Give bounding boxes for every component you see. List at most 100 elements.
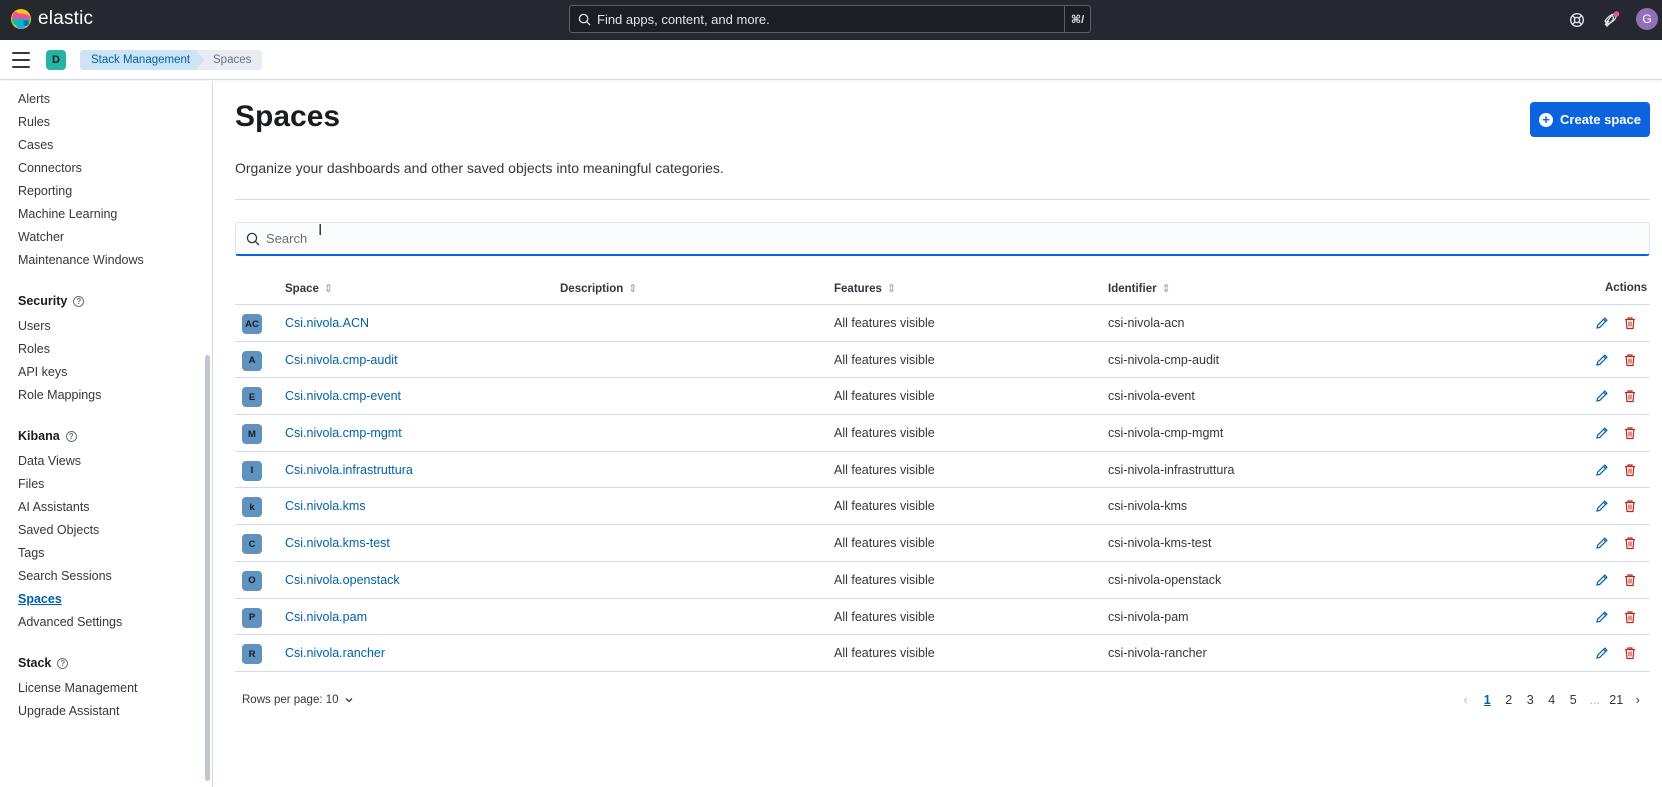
sidebar-item-advanced-settings[interactable]: Advanced Settings: [18, 615, 122, 629]
sidebar-item-maintenance-windows[interactable]: Maintenance Windows: [18, 253, 144, 267]
space-name-link[interactable]: Csi.nivola.cmp-audit: [285, 353, 398, 367]
header-divider: [235, 199, 1650, 200]
sidebar-item-cases[interactable]: Cases: [18, 138, 53, 152]
space-features: All features visible: [834, 352, 935, 367]
prev-page-icon[interactable]: ‹: [1455, 693, 1477, 707]
sidebar-item-api-keys[interactable]: API keys: [18, 365, 67, 379]
sidebar-item-license-management[interactable]: License Management: [18, 681, 138, 695]
edit-icon[interactable]: [1594, 645, 1610, 661]
delete-icon[interactable]: [1622, 352, 1638, 368]
text-cursor-icon: I: [318, 222, 323, 239]
sidebar-item-files[interactable]: Files: [18, 477, 44, 491]
page-button-2[interactable]: 2: [1498, 693, 1520, 707]
sidebar-scrollbar[interactable]: [205, 355, 210, 781]
space-identifier: csi-nivola-cmp-audit: [1108, 352, 1220, 367]
plus-icon: +: [1539, 112, 1554, 127]
space-name-link[interactable]: Csi.nivola.kms-test: [285, 536, 390, 550]
sidebar-item-connectors[interactable]: Connectors: [18, 161, 82, 175]
menu-toggle-icon[interactable]: [12, 52, 30, 68]
delete-icon[interactable]: [1622, 572, 1638, 588]
global-search[interactable]: ⌘/: [569, 5, 1091, 33]
column-header-features[interactable]: Features ⇕: [834, 282, 897, 296]
edit-icon[interactable]: [1594, 609, 1610, 625]
delete-icon[interactable]: [1622, 462, 1638, 478]
help-icon[interactable]: ?: [57, 657, 69, 669]
column-header-description[interactable]: Description ⇕: [560, 282, 637, 296]
sidebar-group-title: Kibana: [18, 429, 60, 443]
edit-icon[interactable]: [1594, 425, 1610, 441]
space-name-link[interactable]: Csi.nivola.cmp-mgmt: [285, 426, 402, 440]
sidebar-item-watcher[interactable]: Watcher: [18, 230, 64, 244]
sidebar-item-ai-assistants[interactable]: AI Assistants: [18, 500, 90, 514]
sidebar-item-tags[interactable]: Tags: [18, 546, 44, 560]
edit-icon[interactable]: [1594, 352, 1610, 368]
help-icon[interactable]: ?: [65, 430, 77, 442]
space-name-link[interactable]: Csi.nivola.rancher: [285, 646, 385, 660]
space-name-link[interactable]: Csi.nivola.infrastruttura: [285, 463, 413, 477]
page-button-21[interactable]: 21: [1606, 693, 1628, 707]
management-sidebar: Alerts Rules Cases Connectors Reporting …: [0, 81, 213, 787]
delete-icon[interactable]: [1622, 315, 1638, 331]
sort-icon: ⇕: [886, 283, 897, 295]
space-name-link[interactable]: Csi.nivola.cmp-event: [285, 389, 401, 403]
help-menu-icon[interactable]: [1567, 10, 1587, 30]
sidebar-group-security: Security ?: [18, 294, 85, 308]
page-button-1[interactable]: 1: [1477, 693, 1499, 707]
edit-icon[interactable]: [1594, 315, 1610, 331]
space-name-link[interactable]: Csi.nivola.openstack: [285, 573, 400, 587]
help-icon[interactable]: ?: [73, 295, 85, 307]
elastic-logo[interactable]: elastic: [10, 8, 93, 30]
sidebar-item-alerts[interactable]: Alerts: [18, 92, 50, 106]
sidebar-item-rules[interactable]: Rules: [18, 115, 50, 129]
create-space-button[interactable]: + Create space: [1530, 102, 1650, 137]
space-features: All features visible: [834, 572, 935, 587]
spaces-search[interactable]: [235, 222, 1650, 256]
sidebar-item-role-mappings[interactable]: Role Mappings: [18, 388, 101, 402]
space-name-link[interactable]: Csi.nivola.kms: [285, 499, 366, 513]
sidebar-item-roles[interactable]: Roles: [18, 342, 50, 356]
space-identifier: csi-nivola-cmp-mgmt: [1108, 426, 1224, 441]
rows-per-page-label: Rows per page: 10: [242, 694, 339, 706]
sidebar-item-users[interactable]: Users: [18, 319, 51, 333]
sidebar-item-spaces[interactable]: Spaces: [18, 592, 62, 606]
sidebar-item-reporting[interactable]: Reporting: [18, 184, 72, 198]
delete-icon[interactable]: [1622, 425, 1638, 441]
edit-icon[interactable]: [1594, 388, 1610, 404]
space-name-link[interactable]: Csi.nivola.ACN: [285, 316, 369, 330]
global-search-input[interactable]: [591, 11, 1064, 27]
spaces-search-input[interactable]: [260, 231, 1649, 246]
column-header-identifier[interactable]: Identifier ⇕: [1108, 282, 1171, 296]
edit-icon[interactable]: [1594, 462, 1610, 478]
breadcrumb-stack-management[interactable]: Stack Management: [80, 50, 206, 70]
page-button-4[interactable]: 4: [1541, 693, 1563, 707]
edit-icon[interactable]: [1594, 498, 1610, 514]
space-name-link[interactable]: Csi.nivola.pam: [285, 610, 367, 624]
delete-icon[interactable]: [1622, 535, 1638, 551]
delete-icon[interactable]: [1622, 645, 1638, 661]
sidebar-item-saved-objects[interactable]: Saved Objects: [18, 523, 99, 537]
next-page-icon[interactable]: ›: [1627, 693, 1649, 707]
page-button-3[interactable]: 3: [1520, 693, 1542, 707]
space-features: All features visible: [834, 462, 935, 477]
delete-icon[interactable]: [1622, 498, 1638, 514]
space-avatar: AC: [242, 314, 262, 334]
edit-icon[interactable]: [1594, 535, 1610, 551]
delete-icon[interactable]: [1622, 609, 1638, 625]
edit-icon[interactable]: [1594, 572, 1610, 588]
sidebar-item-data-views[interactable]: Data Views: [18, 454, 81, 468]
column-header-space[interactable]: Space ⇕: [285, 282, 333, 296]
delete-icon[interactable]: [1622, 388, 1638, 404]
space-selector-avatar[interactable]: D: [46, 50, 66, 70]
news-feed-icon[interactable]: [1601, 10, 1621, 30]
sidebar-item-machine-learning[interactable]: Machine Learning: [18, 207, 117, 221]
table-body: AC Csi.nivola.ACN All features visible csi-…: [235, 305, 1650, 672]
sidebar-item-upgrade-assistant[interactable]: Upgrade Assistant: [18, 704, 119, 718]
space-features: All features visible: [834, 646, 935, 661]
page-button-5[interactable]: 5: [1563, 693, 1585, 707]
page-description: Organize your dashboards and other saved…: [235, 160, 724, 176]
sidebar-item-search-sessions[interactable]: Search Sessions: [18, 569, 112, 583]
rows-per-page-selector[interactable]: Rows per page: 10: [242, 694, 355, 706]
space-avatar: E: [242, 387, 262, 408]
table-row: AC Csi.nivola.ACN All features visible csi-…: [235, 305, 1650, 342]
user-avatar[interactable]: G: [1636, 8, 1658, 30]
